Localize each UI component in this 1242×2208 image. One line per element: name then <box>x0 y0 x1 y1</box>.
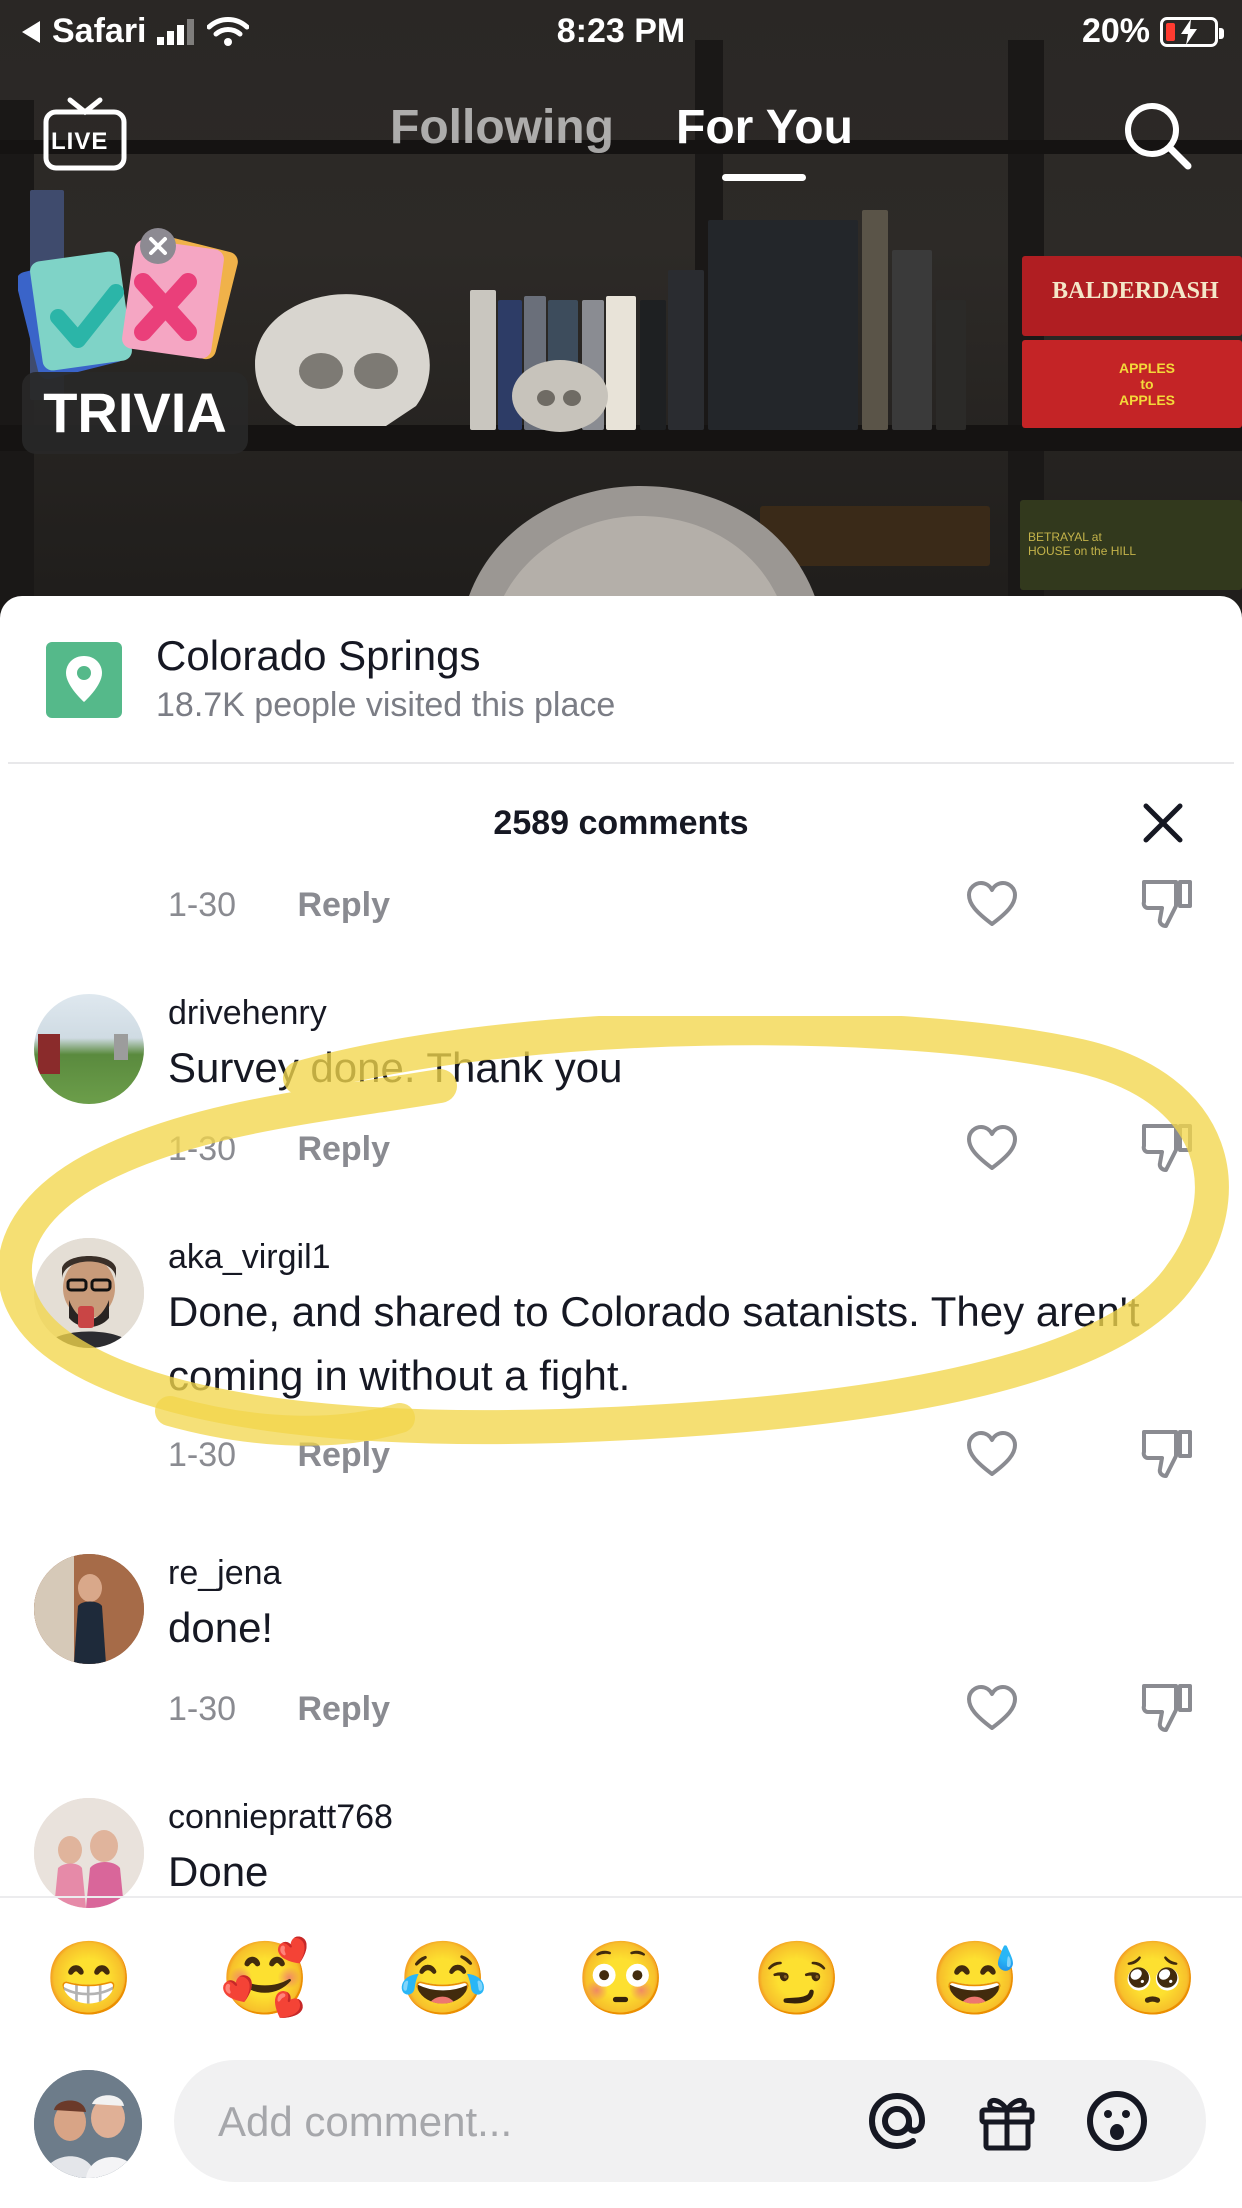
comment-text: done! <box>168 1604 274 1651</box>
location-pin-icon <box>46 642 122 718</box>
comments-header: 2589 comments <box>0 796 1242 856</box>
emoji-grin-button[interactable]: 😁 <box>44 1936 134 2022</box>
status-time: 8:23 PM <box>556 12 686 50</box>
top-navigation: LIVE Following For You <box>0 90 1242 190</box>
trivia-effect-badge[interactable]: TRIVIA <box>18 222 258 454</box>
avatar[interactable] <box>34 2070 142 2178</box>
charging-bolt-icon <box>1181 18 1197 45</box>
at-icon[interactable] <box>864 2088 930 2154</box>
battery-tip <box>1219 27 1224 39</box>
reply-button[interactable]: Reply <box>297 1690 390 1728</box>
battery-percent: 20% <box>1081 12 1150 50</box>
comments-count: 2589 comments <box>493 804 749 842</box>
live-label: LIVE <box>51 128 109 155</box>
book <box>936 300 966 430</box>
battery-fill <box>1166 22 1175 41</box>
location-bar[interactable]: Colorado Springs 18.7K people visited th… <box>0 596 1242 764</box>
comment-meta: 1-30 Reply <box>168 1690 390 1729</box>
book <box>470 290 496 430</box>
heart-icon[interactable] <box>966 880 1018 928</box>
gift-icon[interactable] <box>974 2088 1040 2154</box>
game-box: APPLES to APPLES <box>1022 340 1242 428</box>
reply-button[interactable]: Reply <box>297 886 390 924</box>
location-visitors: 18.7K people visited this place <box>156 686 616 724</box>
comment-meta: 1-30 Reply <box>168 886 390 925</box>
dislike-icon[interactable] <box>1140 1680 1194 1736</box>
comment-composer: Add comment... <box>0 2060 1242 2208</box>
status-bar: Safari 8:23 PM 20% <box>0 0 1242 60</box>
comment-row: 1-30 Reply <box>0 866 1242 946</box>
emoji-tears-of-joy-button[interactable]: 😂 <box>398 1936 488 2022</box>
game-box-title: BETRAYAL at HOUSE on the HILL <box>1028 530 1137 558</box>
book <box>862 210 888 430</box>
dislike-icon[interactable] <box>1140 876 1194 932</box>
emoji-smirk-button[interactable]: 😏 <box>752 1936 842 2022</box>
divider <box>8 762 1234 764</box>
comment-username[interactable]: re_jena <box>168 1554 281 1593</box>
comment-input[interactable]: Add comment... <box>174 2060 1206 2182</box>
skull-decor <box>512 360 608 432</box>
comment-row: conniepratt768 Done <box>0 1798 1242 1908</box>
emoji-quick-bar: 😁 🥰 😂 😳 😏 😅 🥺 <box>0 1896 1242 2056</box>
video-background[interactable]: BALDERDASH APPLES to APPLES BETRAYAL at … <box>0 0 1242 620</box>
game-box: BETRAYAL at HOUSE on the HILL <box>1020 500 1242 590</box>
emoji-pleading-button[interactable]: 🥺 <box>1108 1936 1198 2022</box>
trivia-label: TRIVIA <box>22 372 248 454</box>
close-icon[interactable] <box>1140 800 1186 846</box>
comment-date: 1-30 <box>168 886 237 924</box>
battery-icon <box>1160 16 1224 47</box>
highlight-annotation <box>0 1016 1229 1446</box>
comment-row: re_jena done! 1-30 Reply <box>0 1554 1242 1734</box>
book <box>892 250 932 430</box>
emoji-flushed-button[interactable]: 😳 <box>576 1936 666 2022</box>
game-box-title: BALDERDASH <box>1052 278 1219 304</box>
active-tab-indicator <box>722 174 806 181</box>
avatar[interactable] <box>34 1798 144 1908</box>
tab-following[interactable]: Following <box>390 100 614 155</box>
comment-text: Done <box>168 1848 269 1895</box>
emoji-hearts-button[interactable]: 🥰 <box>220 1936 310 2022</box>
book <box>708 220 858 430</box>
live-button[interactable]: LIVE <box>42 96 128 172</box>
emoji-icon[interactable] <box>1084 2088 1150 2154</box>
skull-decor <box>255 294 430 426</box>
location-name: Colorado Springs <box>156 632 481 679</box>
book <box>640 300 666 430</box>
comments-sheet: Colorado Springs 18.7K people visited th… <box>0 596 1242 2208</box>
battery-status: 20% <box>1081 12 1224 51</box>
comment-input-placeholder: Add comment... <box>218 2098 513 2145</box>
game-box-title: APPLES to APPLES <box>1118 360 1175 408</box>
close-effect-icon[interactable] <box>138 226 178 266</box>
comment-date: 1-30 <box>168 1690 237 1728</box>
emoji-sweat-smile-button[interactable]: 😅 <box>930 1936 1020 2022</box>
avatar[interactable] <box>34 1554 144 1664</box>
game-box: BALDERDASH <box>1022 256 1242 336</box>
heart-icon[interactable] <box>966 1684 1018 1732</box>
tab-for-you[interactable]: For You <box>676 100 853 155</box>
book <box>668 270 704 430</box>
search-icon[interactable] <box>1120 98 1194 172</box>
comment-username[interactable]: conniepratt768 <box>168 1798 393 1837</box>
